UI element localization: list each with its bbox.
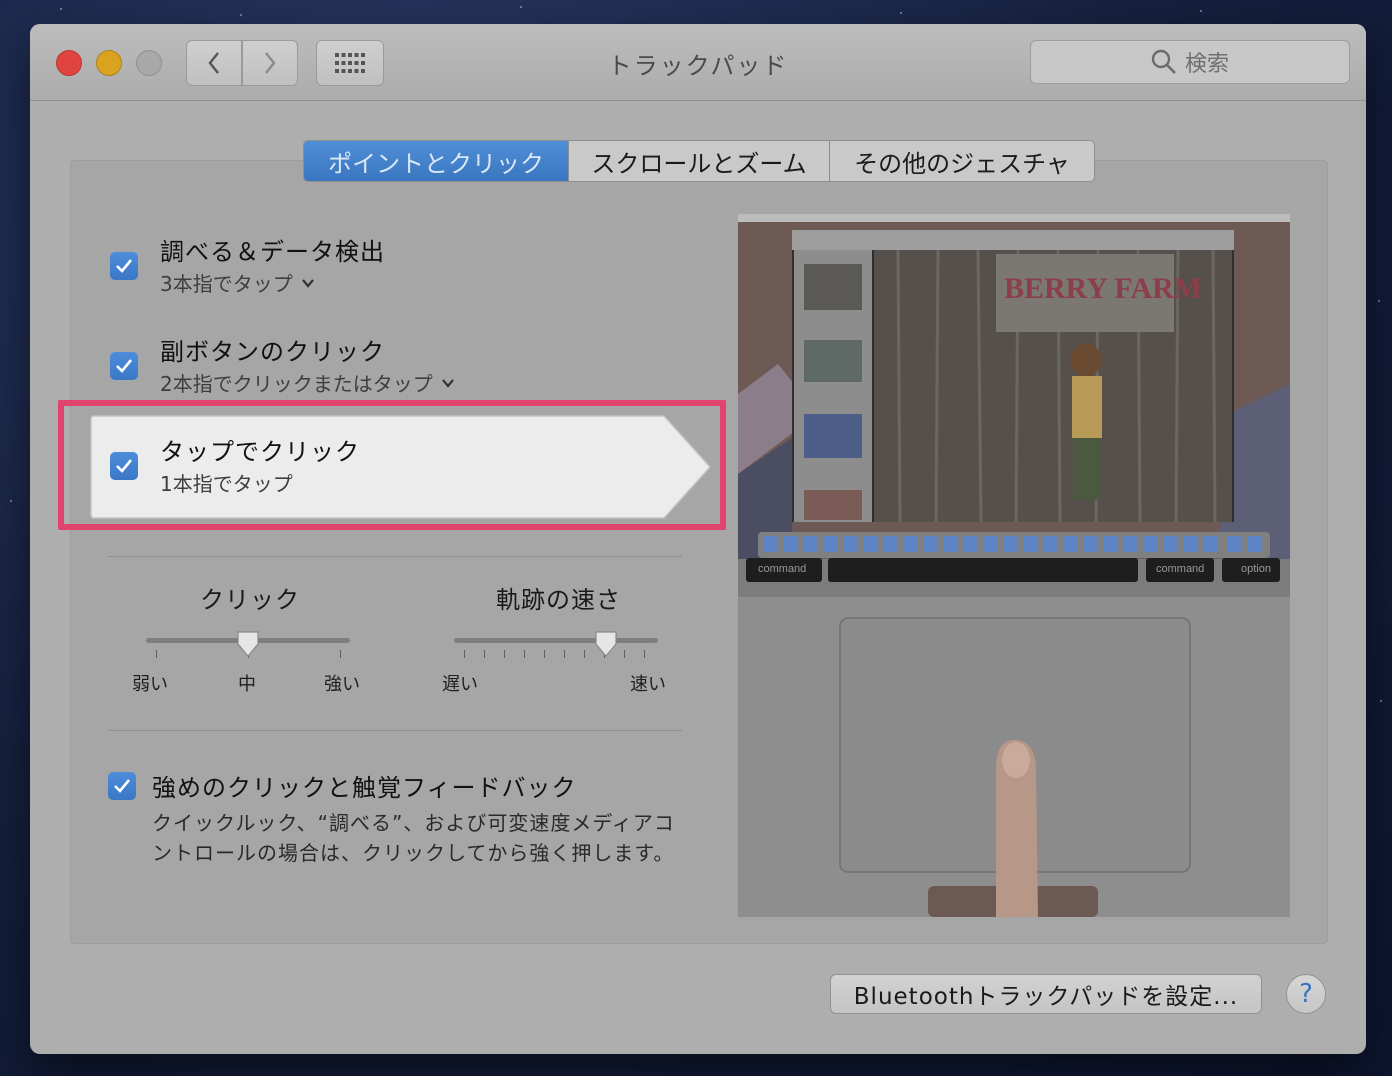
tracking-slider-knob[interactable] bbox=[594, 630, 618, 658]
secondary-click-gesture-select[interactable]: 2本指でクリックまたはタップ bbox=[160, 368, 455, 397]
search-placeholder: 検索 bbox=[1184, 52, 1229, 77]
slider-tick bbox=[484, 650, 485, 658]
preview-illustration: BERRY FARM command command option bbox=[738, 214, 1290, 917]
slider-tick bbox=[156, 650, 157, 658]
slider-tick bbox=[464, 650, 465, 658]
checkmark-icon bbox=[116, 359, 133, 373]
lookup-gesture-value: 3本指でタップ bbox=[160, 272, 293, 296]
checkmark-icon bbox=[116, 459, 133, 473]
secondary-click-title: 副ボタンのクリック bbox=[160, 338, 385, 366]
slider-tick bbox=[624, 650, 625, 658]
checkmark-icon bbox=[116, 259, 133, 273]
tab-scroll-and-zoom[interactable]: スクロールとズーム bbox=[569, 141, 830, 181]
slider-tick bbox=[564, 650, 565, 658]
gesture-preview-video: BERRY FARM command command option bbox=[738, 214, 1290, 917]
tab-point-and-click[interactable]: ポイントとクリック bbox=[304, 141, 569, 181]
search-icon bbox=[1151, 49, 1176, 74]
selected-option-row[interactable] bbox=[90, 414, 712, 520]
secondary-click-checkbox[interactable] bbox=[110, 352, 138, 380]
key-label-option: option bbox=[1241, 563, 1271, 575]
slider-tick bbox=[544, 650, 545, 658]
slider-tick bbox=[584, 650, 585, 658]
tracking-label-slow: 遅い bbox=[442, 674, 478, 695]
slider-tick bbox=[644, 650, 645, 658]
slider-tick bbox=[524, 650, 525, 658]
chevron-down-icon bbox=[301, 278, 314, 288]
tab-bar: ポイントとクリック スクロールとズーム その他のジェスチャ bbox=[303, 140, 1095, 182]
force-click-checkbox[interactable] bbox=[108, 772, 136, 800]
click-label-firm: 強い bbox=[324, 674, 360, 695]
help-button[interactable]: ? bbox=[1286, 974, 1326, 1014]
search-field[interactable]: 検索 bbox=[1030, 40, 1350, 84]
divider bbox=[108, 730, 682, 731]
lookup-title: 調べる＆データ検出 bbox=[160, 238, 385, 266]
preferences-window: トラックパッド 検索 ポイントとクリック スクロールとズーム その他のジェスチャ… bbox=[30, 24, 1366, 1054]
lookup-gesture-select[interactable]: 3本指でタップ bbox=[160, 268, 315, 297]
chevron-down-icon bbox=[441, 378, 454, 388]
slider-tick bbox=[504, 650, 505, 658]
click-slider-title: クリック bbox=[200, 586, 300, 614]
tracking-slider-track[interactable] bbox=[454, 638, 658, 643]
force-click-description: クイックルック、“調べる”、および可変速度メディアコントロールの場合は、クリック… bbox=[152, 811, 675, 865]
slider-tick bbox=[340, 650, 341, 658]
setup-bluetooth-trackpad-button[interactable]: Bluetoothトラックパッドを設定... bbox=[830, 974, 1262, 1014]
tap-to-click-gesture-value: 1本指でタップ bbox=[160, 472, 293, 496]
tap-to-click-checkbox[interactable] bbox=[110, 452, 138, 480]
key-label-command-left: command bbox=[758, 563, 806, 575]
checkmark-icon bbox=[114, 779, 131, 793]
tap-to-click-title: タップでクリック bbox=[160, 438, 360, 466]
sign-text: BERRY FARM bbox=[1004, 272, 1202, 305]
lookup-checkbox[interactable] bbox=[110, 252, 138, 280]
title-bar: トラックパッド 検索 bbox=[30, 24, 1366, 101]
click-slider-knob[interactable] bbox=[236, 630, 260, 658]
force-click-title: 強めのクリックと触覚フィードバック bbox=[152, 774, 577, 802]
divider bbox=[108, 556, 682, 557]
key-label-command-right: command bbox=[1156, 563, 1204, 575]
tab-more-gestures[interactable]: その他のジェスチャ bbox=[830, 141, 1094, 181]
tap-to-click-gesture: 1本指でタップ bbox=[160, 468, 293, 497]
click-label-light: 弱い bbox=[132, 674, 168, 695]
tracking-slider-title: 軌跡の速さ bbox=[496, 586, 621, 614]
secondary-click-gesture-value: 2本指でクリックまたはタップ bbox=[160, 372, 433, 396]
tracking-label-fast: 速い bbox=[630, 674, 666, 695]
click-label-medium: 中 bbox=[238, 674, 256, 695]
